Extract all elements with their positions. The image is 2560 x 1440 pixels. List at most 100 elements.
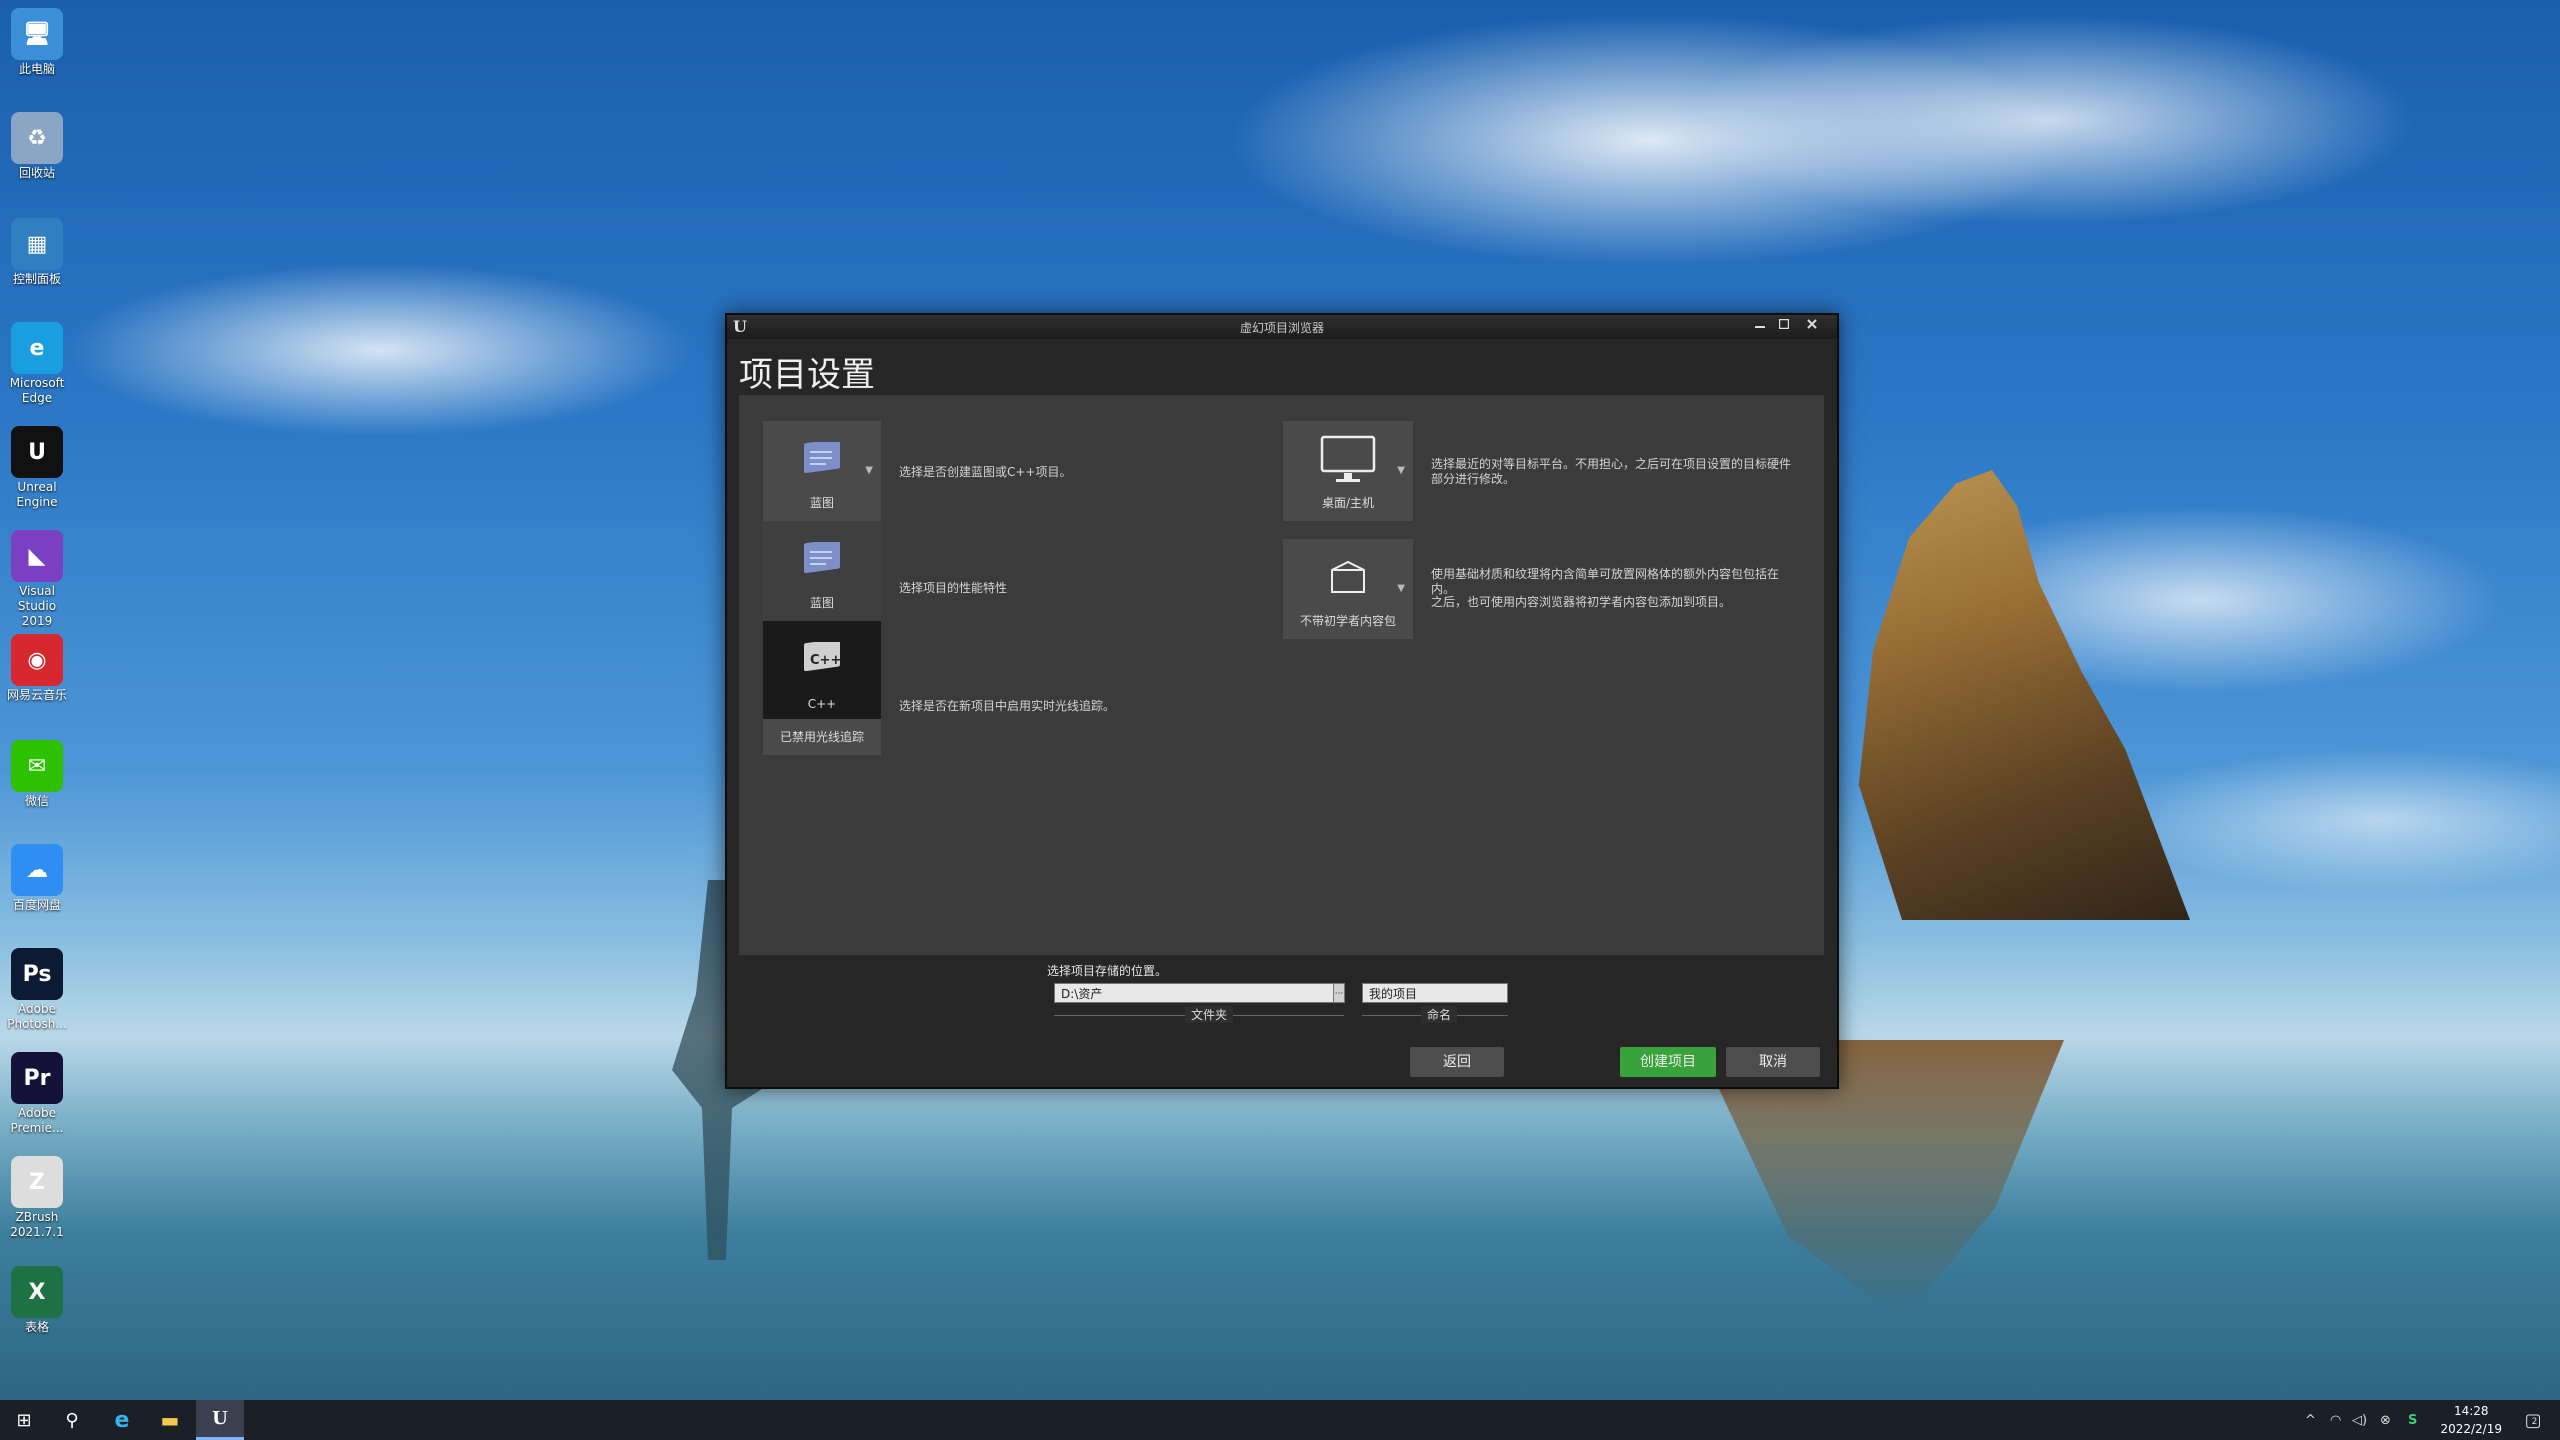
- platform-selector[interactable]: ▼ 桌面/主机: [1283, 421, 1413, 521]
- starter-content-label: 不带初学者内容包: [1299, 614, 1396, 628]
- desktop-icon[interactable]: ▦ 控制面板: [4, 218, 70, 287]
- desktop-icon-label: 控制面板: [12, 272, 61, 286]
- desktop-icon[interactable]: e Microsoft Edge: [4, 322, 70, 406]
- title-bar[interactable]: U 虚幻项目浏览器: [727, 315, 1837, 339]
- blueprint-icon: [763, 535, 881, 585]
- desktop-icon-label: Unreal Engine: [16, 480, 58, 509]
- desktop-icon[interactable]: U Unreal Engine: [4, 426, 70, 510]
- desktop-icon[interactable]: Pr Adobe Premie...: [4, 1052, 70, 1136]
- blueprint-top-label: 蓝图: [809, 496, 834, 510]
- close-button[interactable]: [1801, 317, 1823, 335]
- chevron-up-icon: ^: [2305, 1412, 2316, 1428]
- chevron-down-icon: ▼: [1397, 465, 1405, 476]
- excel-icon: X: [11, 1266, 63, 1318]
- desktop-icon[interactable]: X 表格: [4, 1266, 70, 1335]
- desktop-icon-label: Adobe Premie...: [10, 1106, 64, 1135]
- search-button[interactable]: ⚲: [48, 1400, 96, 1440]
- storage-location-label: 选择项目存储的位置。: [1047, 964, 1168, 978]
- desktop-icon[interactable]: ☁ 百度网盘: [4, 844, 70, 913]
- zbrush-icon: Z: [11, 1156, 63, 1208]
- edge-icon: e: [11, 322, 63, 374]
- create-project-button[interactable]: 创建项目: [1620, 1047, 1716, 1077]
- recycle-bin-icon: ♻: [11, 112, 63, 164]
- minimize-button[interactable]: [1749, 317, 1771, 335]
- wechat-icon: ✉: [11, 740, 63, 792]
- netease-music-icon: ◉: [11, 634, 63, 686]
- windows-start-icon: ⊞: [16, 1409, 32, 1431]
- browse-folder-button[interactable]: ···: [1333, 983, 1345, 1003]
- option-cpp[interactable]: C++ C++: [763, 621, 881, 721]
- desktop-icon-label: Visual Studio 2019: [17, 584, 57, 628]
- unreal-engine-icon: U: [11, 426, 63, 478]
- desktop-label: 桌面/主机: [1321, 496, 1375, 510]
- visual-studio-icon: ◣: [11, 530, 63, 582]
- chevron-down-icon: ▼: [1397, 583, 1405, 594]
- raytracing-description: 选择是否在新项目中启用实时光线追踪。: [899, 699, 1116, 713]
- notification-count: 2: [2531, 1417, 2538, 1427]
- taskbar-edge[interactable]: e: [98, 1400, 146, 1440]
- premiere-icon: Pr: [11, 1052, 63, 1104]
- starter-content-description-1: 使用基础材质和纹理将内含简单可放置网格体的额外内容包包括在内。: [1431, 567, 1780, 596]
- window-title: 虚幻项目浏览器: [1239, 321, 1324, 335]
- folder-icon: ▬: [160, 1408, 180, 1432]
- notification-center[interactable]: ▢ 2: [2516, 1400, 2546, 1440]
- network-icon: ◠: [2330, 1412, 2342, 1428]
- show-hidden-icons[interactable]: ^: [2305, 1400, 2316, 1440]
- blueprint-cpp-selector[interactable]: ▼ 蓝图: [763, 421, 881, 521]
- input-method[interactable]: ⊗: [2380, 1400, 2391, 1440]
- project-name-input[interactable]: 我的项目: [1362, 983, 1508, 1003]
- desktop-icon[interactable]: Z ZBrush 2021.7.1: [4, 1156, 70, 1240]
- page-title: 项目设置: [739, 355, 875, 395]
- taskbar-unreal-engine[interactable]: U: [196, 1400, 244, 1440]
- raytracing-selector[interactable]: 已禁用光线追踪: [763, 719, 881, 755]
- desktop-icon[interactable]: 🖥 此电脑: [4, 8, 70, 77]
- chevron-down-icon: ▼: [865, 465, 873, 476]
- cancel-button[interactable]: 取消: [1726, 1047, 1820, 1077]
- network-status[interactable]: ◠: [2330, 1400, 2341, 1440]
- folder-path-input[interactable]: D:\资产: [1054, 983, 1344, 1003]
- performance-description: 选择项目的性能特性: [899, 581, 1008, 595]
- unreal-engine-icon: U: [212, 1408, 228, 1429]
- settings-panel: ▼ 蓝图 蓝图 C++ C++ 已禁用光线追踪 选择是否创建蓝图或C++项目。 …: [739, 395, 1824, 955]
- desktop-icon-label: 百度网盘: [12, 898, 61, 912]
- baidu-netdisk-icon: ☁: [11, 844, 63, 896]
- clock-date: 2022/2/19: [2440, 1422, 2502, 1436]
- desktop-icon-label: Adobe Photosh...: [7, 1002, 67, 1031]
- maximize-icon: [1778, 318, 1790, 330]
- desktop-icon[interactable]: ◉ 网易云音乐: [4, 634, 70, 703]
- sync-status[interactable]: S: [2408, 1400, 2417, 1440]
- volume-control[interactable]: ◁): [2352, 1400, 2367, 1440]
- photoshop-icon: Ps: [11, 948, 63, 1000]
- edge-icon: e: [114, 1407, 130, 1433]
- folder-caption: 文件夹: [1185, 1006, 1234, 1023]
- clock[interactable]: 14:28 2022/2/19: [2440, 1402, 2502, 1438]
- blueprint-label: 蓝图: [809, 596, 834, 610]
- desktop-icon-label: ZBrush 2021.7.1: [10, 1210, 64, 1239]
- desktop-icon[interactable]: ✉ 微信: [4, 740, 70, 809]
- desktop-icon-label: 此电脑: [18, 62, 55, 76]
- blueprint-icon: [763, 435, 881, 485]
- taskbar-file-explorer[interactable]: ▬: [146, 1400, 194, 1440]
- desktop-icon[interactable]: ◣ Visual Studio 2019: [4, 530, 70, 629]
- platform-description: 选择最近的对等目标平台。不用担心，之后可在项目设置的目标硬件部分进行修改。: [1431, 457, 1792, 486]
- search-icon: ⚲: [65, 1409, 79, 1431]
- starter-content-description-2: 之后，也可使用内容浏览器将初学者内容包添加到项目。: [1431, 595, 1732, 609]
- sync-icon: S: [2408, 1412, 2418, 1428]
- start-button[interactable]: ⊞: [0, 1400, 48, 1440]
- monitor-icon: [1283, 435, 1413, 485]
- desktop-icon[interactable]: Ps Adobe Photosh...: [4, 948, 70, 1032]
- name-caption: 命名: [1421, 1006, 1458, 1023]
- option-blueprint[interactable]: 蓝图: [763, 521, 881, 621]
- ime-icon: ⊗: [2380, 1412, 2391, 1428]
- desktop-icon[interactable]: ♻ 回收站: [4, 112, 70, 181]
- maximize-button[interactable]: [1773, 317, 1795, 335]
- minimize-icon: [1755, 326, 1765, 328]
- back-button[interactable]: 返回: [1410, 1047, 1504, 1077]
- blueprint-cpp-description: 选择是否创建蓝图或C++项目。: [899, 465, 1072, 479]
- close-icon: [1807, 319, 1817, 329]
- starter-content-selector[interactable]: ▼ 不带初学者内容包: [1283, 539, 1413, 639]
- package-box-icon: [1283, 553, 1413, 603]
- svg-text:C++: C++: [810, 653, 841, 668]
- desktop-icon-label: 回收站: [18, 166, 55, 180]
- desktop-icon-label: Microsoft Edge: [9, 376, 65, 405]
